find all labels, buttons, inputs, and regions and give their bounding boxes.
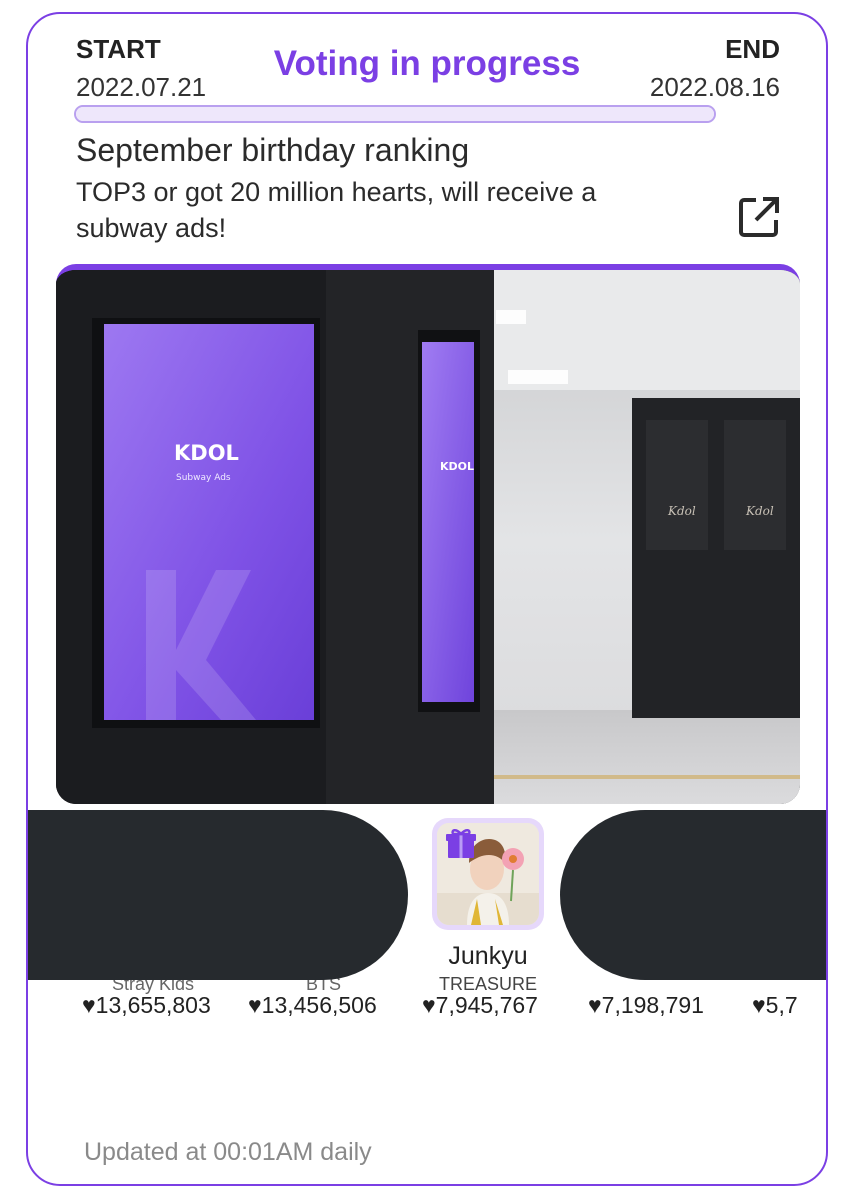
end-date: 2022.08.16 [649, 72, 780, 102]
voting-progress-bar [74, 105, 716, 123]
end-label: END [725, 34, 780, 64]
ranking-name: Junkyu [448, 942, 528, 970]
event-description: TOP3 or got 20 million hearts, will rece… [76, 177, 597, 243]
poster-text-right: Kdol [745, 504, 774, 518]
voting-progress-fill [76, 107, 714, 121]
subway-ads-banner[interactable]: Kdol Kdol KDOL Subway Ads KDOL [56, 264, 800, 804]
event-title: September birthday ranking [76, 132, 470, 168]
banner-side-brand: KDOL [440, 460, 474, 473]
updated-note: Updated at 00:01AM daily [84, 1138, 372, 1166]
open-in-new-icon[interactable] [736, 194, 782, 240]
banner-subtitle: Subway Ads [176, 473, 231, 483]
poster-text-left: Kdol [667, 504, 696, 518]
ranking-card: START 2022.07.21 Voting in progress END … [26, 12, 828, 1186]
ranking-hearts: ♥13,655,803 [82, 992, 211, 1018]
ranking-item-avatar[interactable] [432, 818, 544, 930]
ranking-hearts: ♥5,7 [752, 992, 798, 1018]
ranking-hearts: ♥13,456,506 [248, 992, 377, 1018]
banner-brand: KDOL [174, 441, 239, 465]
ranking-hearts: ♥7,945,767 [422, 992, 538, 1018]
ranking-hearts: ♥7,198,791 [588, 992, 704, 1018]
gift-icon [446, 829, 476, 858]
redaction-block [28, 810, 408, 980]
redaction-block [560, 810, 826, 980]
subway-ads-photo: Kdol Kdol KDOL Subway Ads KDOL [56, 270, 800, 804]
